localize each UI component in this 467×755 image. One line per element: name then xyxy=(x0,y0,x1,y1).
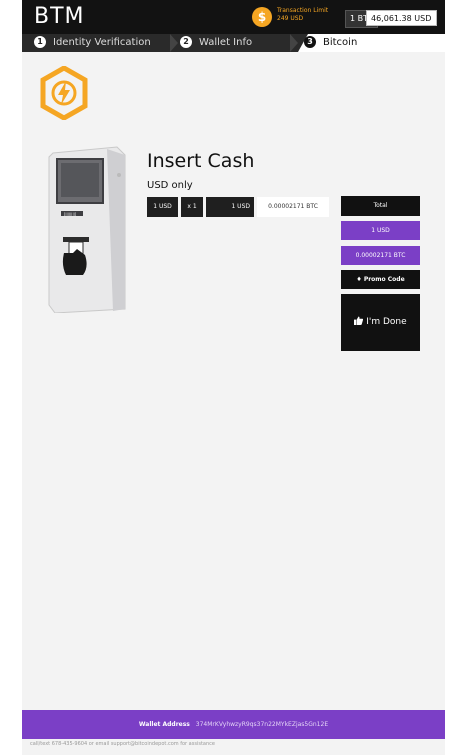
hexagon-lightning-logo-icon xyxy=(40,66,88,120)
promo-code-label: Promo Code xyxy=(363,276,405,283)
done-button[interactable]: I'm Done xyxy=(341,294,420,351)
page-subtitle: USD only xyxy=(147,180,193,191)
step-wallet-info: 2 Wallet Info xyxy=(180,34,252,52)
transaction-limit-title: Transaction Limit xyxy=(277,7,329,14)
total-usd: 1 USD xyxy=(341,221,420,240)
step-separator xyxy=(290,34,298,52)
cash-denomination: 1 USD xyxy=(147,197,178,217)
dollar-coin-icon: $ xyxy=(252,7,272,27)
step-bitcoin: 3 Bitcoin xyxy=(304,34,357,52)
total-header: Total xyxy=(341,196,420,216)
promo-code-button[interactable]: ♦ Promo Code xyxy=(341,270,420,289)
thumbs-up-icon xyxy=(354,316,364,325)
cash-multiplier: x 1 xyxy=(181,197,203,217)
tag-icon: ♦ xyxy=(356,276,362,283)
step-number: 1 xyxy=(34,36,46,48)
rate-usd-value: 46,061.38 USD xyxy=(366,10,437,26)
progress-steps: 1 Identity Verification 2 Wallet Info 3 Bit… xyxy=(22,34,445,52)
wallet-address-bar: Wallet Address 374MrKVyhwzyR9qs37n22MYkE… xyxy=(22,710,445,739)
step-number: 2 xyxy=(180,36,192,48)
wallet-address-label: Wallet Address xyxy=(138,721,190,728)
atm-machine-illustration: [||||||||] xyxy=(48,146,126,313)
kiosk-screen: BTM $ Transaction Limit 249 USD 1 BTC 46… xyxy=(22,0,445,755)
top-bar: BTM $ Transaction Limit 249 USD 1 BTC 46… xyxy=(22,0,445,34)
cash-subtotal: 1 USD xyxy=(206,197,254,217)
total-btc: 0.00002171 BTC xyxy=(341,246,420,265)
cash-btc-amount: 0.00002171 BTC xyxy=(257,197,329,217)
transaction-limit-value: 249 USD xyxy=(277,15,304,22)
step-number: 3 xyxy=(304,36,316,48)
cash-slot-label: [||||||||] xyxy=(64,212,77,216)
step-label: Bitcoin xyxy=(323,37,358,48)
brand-title: BTM xyxy=(34,4,85,29)
step-label: Identity Verification xyxy=(53,37,151,48)
wallet-address-value: 374MrKVyhwzyR9qs37n22MYkEZjas5Gn12E xyxy=(195,721,329,728)
transaction-limit: Transaction Limit 249 USD xyxy=(277,7,328,23)
step-separator xyxy=(170,34,178,52)
step-identity-verification: 1 Identity Verification xyxy=(34,34,151,52)
assistance-text: call/text 678-435-9604 or email support@… xyxy=(30,741,215,747)
done-label: I'm Done xyxy=(366,317,407,327)
page-title: Insert Cash xyxy=(147,150,255,172)
step-label: Wallet Info xyxy=(199,37,253,48)
